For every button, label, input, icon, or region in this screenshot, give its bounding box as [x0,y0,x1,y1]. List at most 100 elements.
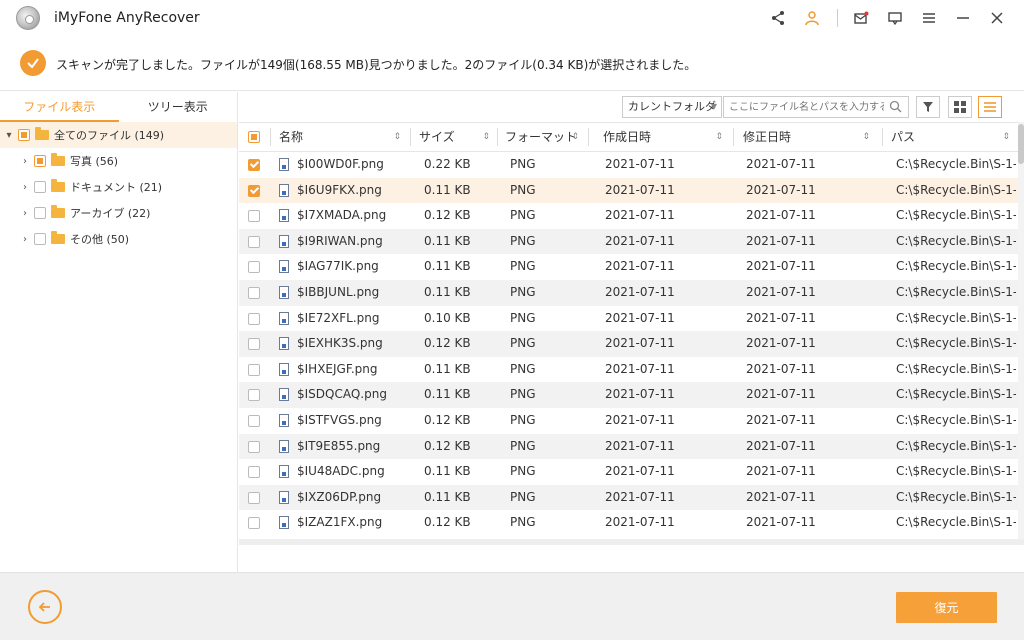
tree-checkbox-photos[interactable] [34,155,46,167]
image-file-icon [279,285,289,299]
app-logo-icon [16,6,40,30]
table-row[interactable]: $IBBJUNL.png 0.11 KB PNG 2021-07-11 2021-07-… [239,279,1018,306]
table-row[interactable]: $I6U9FKX.png 0.11 KB PNG 2021-07-11 2021-07-… [239,177,1018,204]
column-header-name[interactable]: 名称 ⇕ [279,123,407,151]
row-checkbox[interactable] [248,414,260,427]
cell-path: C:\$Recycle.Bin\S-1-... [896,233,1016,248]
tree-checkbox-all[interactable] [18,129,30,141]
column-header-format[interactable]: フォーマット ⇕ [505,123,585,151]
table-row[interactable]: $ISDQCAQ.png 0.11 KB PNG 2021-07-11 2021-07-… [239,382,1018,408]
cell-modified: 2021-07-11 [746,515,816,530]
cell-format: PNG [510,464,536,479]
cell-modified: 2021-07-11 [746,182,816,197]
left-panel: ファイル表示 ツリー表示 ▾ 全てのファイル (149) › 写真 (56) ›… [0,92,238,572]
table-row[interactable]: $I9RIWAN.png 0.11 KB PNG 2021-07-11 2021-07-… [239,228,1018,255]
search-icon[interactable] [889,100,902,116]
tree-checkbox-others[interactable] [34,233,46,245]
recover-button[interactable]: 復元 [896,592,997,623]
vertical-scrollbar[interactable] [1018,122,1024,539]
image-file-icon [279,183,289,197]
table-row[interactable]: $IT9E855.png 0.12 KB PNG 2021-07-11 2021-07-… [239,433,1018,460]
column-divider [882,128,883,146]
back-button[interactable] [28,590,62,624]
tree-label: 写真 (56) [70,155,119,168]
cell-created: 2021-07-11 [605,336,675,351]
row-checkbox[interactable] [248,389,260,402]
row-checkbox[interactable] [248,363,260,376]
row-checkbox[interactable] [248,159,260,171]
table-row[interactable]: $IAG77IK.png 0.11 KB PNG 2021-07-11 2021-07-… [239,254,1018,280]
cell-name: $IHXEJGF.png [297,361,378,376]
column-divider [588,128,589,146]
cell-modified: 2021-07-11 [746,336,816,351]
row-checkbox[interactable] [248,312,260,325]
grid-icon [954,101,966,113]
feedback-icon[interactable] [884,7,906,29]
chevron-right-icon[interactable]: › [20,234,30,245]
select-all-checkbox[interactable] [248,131,260,143]
column-header-created[interactable]: 作成日時 ⇕ [603,123,729,151]
column-header-path[interactable]: パス ⇕ [891,123,1016,151]
table-row[interactable]: $IEXHK3S.png 0.12 KB PNG 2021-07-11 2021-07-… [239,331,1018,357]
tab-tree-view[interactable]: ツリー表示 [119,92,238,122]
row-checkbox[interactable] [248,235,260,248]
row-checkbox[interactable] [248,466,260,479]
file-table-body: $I00WD0F.png 0.22 KB PNG 2021-07-11 2021-07-… [239,152,1018,539]
table-row[interactable]: $IU48ADC.png 0.11 KB PNG 2021-07-11 2021-07-… [239,459,1018,485]
chevron-right-icon[interactable]: › [20,208,30,219]
minimize-icon[interactable] [952,7,974,29]
chevron-right-icon[interactable]: › [20,182,30,193]
table-row[interactable]: $IE72XFL.png 0.10 KB PNG 2021-07-11 2021-07-… [239,306,1018,332]
cell-modified: 2021-07-11 [746,438,816,453]
cell-created: 2021-07-11 [605,259,675,274]
row-checkbox[interactable] [248,491,260,504]
row-checkbox[interactable] [248,338,260,351]
search-input[interactable] [724,97,884,117]
mail-icon[interactable] [850,7,872,29]
chevron-right-icon[interactable]: › [20,156,30,167]
cell-format: PNG [510,489,536,504]
tree-item-archives[interactable]: › アーカイブ (22) [0,200,237,226]
column-header-size[interactable]: サイズ ⇕ [419,123,496,151]
scrollbar-thumb[interactable] [1018,124,1024,164]
tree-item-documents[interactable]: › ドキュメント (21) [0,174,237,200]
user-icon[interactable] [801,7,823,29]
image-file-icon [279,362,289,376]
table-row[interactable]: $IZAZ1FX.png 0.12 KB PNG 2021-07-11 2021-07-… [239,510,1018,536]
table-row[interactable]: $ISTFVGS.png 0.12 KB PNG 2021-07-11 2021-07-… [239,408,1018,434]
cell-created: 2021-07-11 [605,361,675,376]
tree-checkbox-documents[interactable] [34,181,46,193]
cell-path: C:\$Recycle.Bin\S-1-... [896,361,1016,376]
cell-size: 0.12 KB [424,412,471,427]
table-row[interactable]: $IHXEJGF.png 0.11 KB PNG 2021-07-11 2021-07-… [239,357,1018,383]
share-icon[interactable] [767,7,789,29]
cell-format: PNG [510,182,536,197]
close-icon[interactable] [986,7,1008,29]
row-checkbox[interactable] [248,440,260,453]
tree-checkbox-archives[interactable] [34,207,46,219]
grid-view-button[interactable] [948,96,972,118]
scan-status-bar: スキャンが完了しました。ファイルが149個(168.55 MB)見つかりました。… [0,37,1024,91]
table-row[interactable]: $IXZ06DP.png 0.11 KB PNG 2021-07-11 2021-07-… [239,484,1018,511]
row-checkbox[interactable] [248,517,260,530]
location-select[interactable]: カレントフォルダ ▼ [622,96,722,118]
table-row[interactable]: $I00WD0F.png 0.22 KB PNG 2021-07-11 2021-07-… [239,152,1018,178]
tree-item-all-files[interactable]: ▾ 全てのファイル (149) [0,122,237,148]
tab-file-view[interactable]: ファイル表示 [0,92,119,122]
row-checkbox[interactable] [248,286,260,299]
cell-modified: 2021-07-11 [746,387,816,402]
filter-button[interactable] [916,96,940,118]
row-checkbox[interactable] [248,261,260,274]
chevron-down-icon[interactable]: ▾ [4,130,14,141]
cell-name: $I00WD0F.png [297,157,384,171]
column-header-modified[interactable]: 修正日時 ⇕ [743,123,876,151]
row-checkbox[interactable] [248,210,260,223]
table-row[interactable]: $I7XMADA.png 0.12 KB PNG 2021-07-11 2021-07-… [239,203,1018,229]
tree-item-photos[interactable]: › 写真 (56) [0,148,237,174]
horizontal-scrollbar[interactable] [239,539,1024,545]
list-view-button[interactable] [978,96,1002,118]
row-checkbox[interactable] [248,184,260,197]
menu-icon[interactable] [918,7,940,29]
arrow-left-icon [38,602,50,612]
tree-item-others[interactable]: › その他 (50) [0,226,237,252]
